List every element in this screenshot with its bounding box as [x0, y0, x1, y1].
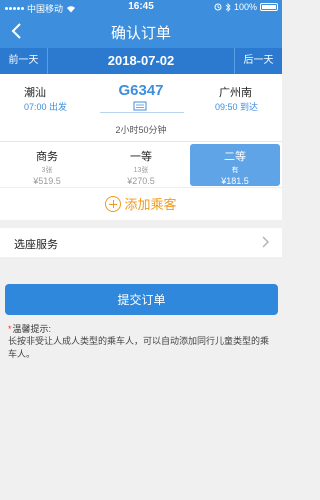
seat-count: 13张	[133, 167, 149, 174]
tips-body: 长按非受让人成人类型的乘车人，可以自动添加同行儿童类型的乘车人。	[8, 336, 270, 359]
seat-option-second-class[interactable]: 二等 有 ¥181.5	[190, 144, 280, 186]
seat-class: 商务	[36, 151, 58, 163]
battery-percent: 100%	[233, 2, 257, 12]
seat-class: 二等	[224, 151, 246, 163]
chevron-right-icon	[262, 236, 270, 248]
required-star-icon: *	[8, 324, 12, 334]
plus-circle-icon	[105, 195, 122, 212]
seat-price: ¥519.5	[33, 176, 61, 186]
train-info-card: 潮汕 07:00 出发 G6347 广州南 09:50 到达 2小时50分钟	[0, 74, 282, 141]
travel-date[interactable]: 2018-07-02	[48, 48, 234, 74]
route-line	[100, 112, 184, 113]
seat-price: ¥270.5	[127, 176, 155, 186]
tips-title-row: *温馨提示:	[8, 322, 51, 335]
seat-class: 一等	[130, 151, 152, 163]
add-passenger-label: 添加乘客	[124, 197, 177, 212]
tips-title: 温馨提示:	[12, 324, 52, 334]
seat-class-selector: 商务 3张 ¥519.5 一等 13张 ¥270.5 二等 有 ¥181.5	[0, 141, 282, 187]
arrival-station: 广州南	[219, 87, 252, 99]
page-title: 确认订单	[110, 25, 171, 42]
bluetooth-icon	[225, 2, 231, 12]
status-bar: 中国移动 16:45 100%	[0, 0, 282, 14]
add-passenger-content: 添加乘客	[0, 194, 282, 213]
departure-time: 07:00 出发	[24, 102, 68, 112]
alarm-icon	[214, 3, 222, 11]
seat-service-row[interactable]: 选座服务	[0, 228, 282, 257]
seat-count: 3张	[41, 167, 53, 174]
add-passenger-button[interactable]: 添加乘客	[0, 187, 282, 220]
travel-duration: 2小时50分钟	[115, 125, 167, 135]
seat-price: ¥181.5	[221, 176, 249, 186]
seat-option-first-class[interactable]: 一等 13张 ¥270.5	[96, 144, 186, 186]
status-right: 100%	[214, 2, 278, 12]
battery-icon	[260, 3, 278, 11]
seat-option-business[interactable]: 商务 3张 ¥519.5	[2, 144, 92, 186]
next-day-button[interactable]: 后一天	[234, 48, 282, 74]
submit-order-button[interactable]: 提交订单	[5, 284, 278, 315]
arrival-time: 09:50 到达	[214, 102, 258, 112]
nav-bar: 确认订单	[0, 14, 282, 48]
seat-service-label: 选座服务	[14, 239, 58, 251]
prev-day-button[interactable]: 前一天	[0, 48, 48, 74]
timetable-icon[interactable]	[133, 101, 147, 111]
seat-count: 有	[231, 167, 239, 174]
date-bar: 前一天 2018-07-02 后一天	[0, 48, 282, 74]
